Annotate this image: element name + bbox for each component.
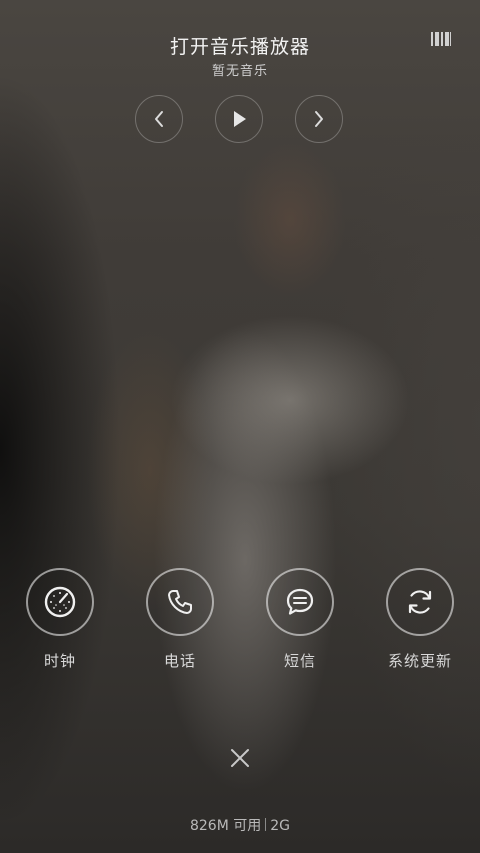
memory-status: 826M 可用 2G <box>0 815 480 835</box>
clock-icon <box>44 586 76 618</box>
chevron-left-icon <box>155 111 163 127</box>
close-icon <box>231 749 249 767</box>
phone-icon <box>168 590 192 614</box>
network-type: 2G <box>270 818 291 834</box>
shortcut-phone[interactable]: 电话 <box>135 568 225 671</box>
shortcut-messages-button[interactable] <box>266 568 334 636</box>
barcode-icon[interactable] <box>431 31 451 46</box>
shortcut-label: 电话 <box>163 652 196 670</box>
shortcut-phone-button[interactable] <box>146 568 214 636</box>
play-icon <box>234 111 246 127</box>
close-button[interactable] <box>226 744 254 772</box>
shortcut-label: 短信 <box>283 652 316 670</box>
shortcut-label: 系统更新 <box>387 652 452 670</box>
divider <box>265 818 267 831</box>
launcher-overlay: 打开音乐播放器 暂无音乐 时钟 电话 短信 系统更新 826M 可用 2G <box>0 0 480 853</box>
message-icon <box>286 588 314 615</box>
shortcut-bar: 时钟 电话 短信 系统更新 <box>0 568 480 678</box>
chevron-right-icon <box>315 111 323 127</box>
play-button[interactable] <box>215 95 263 143</box>
shortcut-system-update[interactable]: 系统更新 <box>375 568 465 671</box>
shortcut-clock[interactable]: 时钟 <box>15 568 105 671</box>
shortcut-clock-button[interactable] <box>26 568 94 636</box>
shortcut-label: 时钟 <box>43 652 76 670</box>
shortcut-messages[interactable]: 短信 <box>255 568 345 671</box>
refresh-icon <box>408 590 432 614</box>
previous-track-button[interactable] <box>135 95 183 143</box>
music-status-text: 暂无音乐 <box>211 64 268 79</box>
shortcut-system-update-button[interactable] <box>386 568 454 636</box>
next-track-button[interactable] <box>295 95 343 143</box>
available-memory: 826M 可用 <box>189 818 262 834</box>
music-controls <box>0 95 480 145</box>
music-player-title[interactable]: 打开音乐播放器 <box>0 32 480 59</box>
